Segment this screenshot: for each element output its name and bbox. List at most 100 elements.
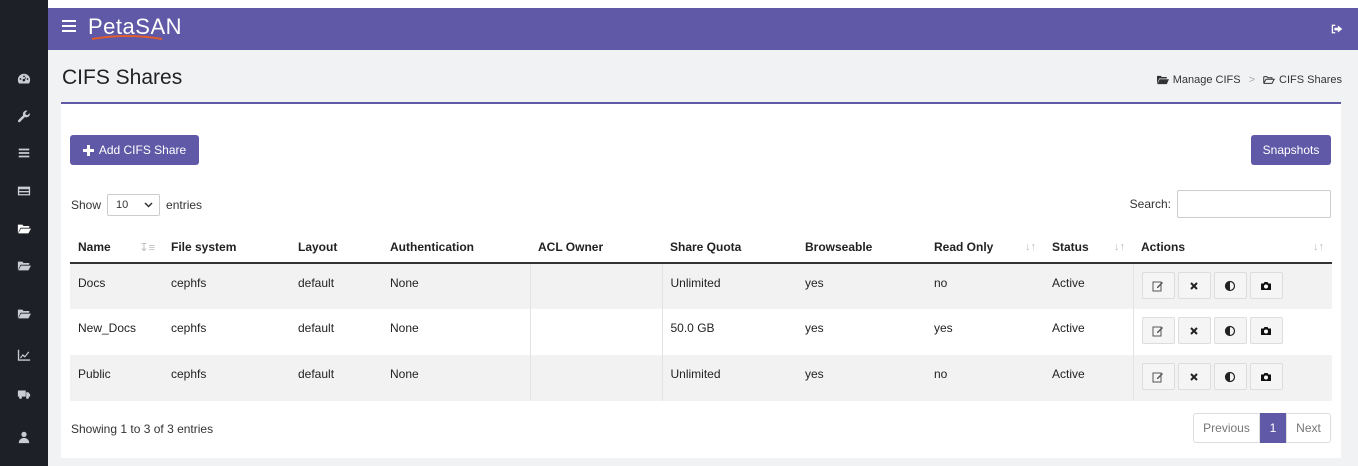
- table-row: Public cephfs default None Unlimited yes…: [70, 355, 1332, 401]
- folder-open-icon: [1156, 75, 1169, 85]
- snapshot-button[interactable]: [1249, 317, 1283, 344]
- cell-share-quota: Unlimited: [662, 263, 797, 309]
- breadcrumb-separator: >: [1248, 74, 1256, 86]
- header-label: File system: [171, 239, 237, 254]
- close-icon: [1190, 372, 1198, 381]
- chart-icon[interactable]: [14, 345, 34, 365]
- add-cifs-share-label: Add CIFS Share: [98, 143, 187, 157]
- cell-layout: default: [290, 263, 382, 309]
- column-header-share-quota[interactable]: Share Quota: [662, 231, 797, 264]
- header-label: Share Quota: [670, 239, 742, 254]
- cell-file-system: cephfs: [171, 321, 207, 335]
- snapshot-button[interactable]: [1249, 363, 1283, 390]
- cell-acl-owner: [529, 309, 663, 355]
- sort-icon: ↓↑: [1025, 241, 1036, 253]
- cell-acl-owner: [529, 355, 663, 401]
- list-icon[interactable]: [14, 143, 34, 163]
- header-label: Name: [78, 239, 111, 254]
- close-icon: [1190, 281, 1198, 290]
- dashboard-icon[interactable]: [14, 69, 34, 89]
- column-header-name[interactable]: Name ↧≡: [70, 231, 163, 264]
- entries-control: Show 10 entries: [71, 194, 202, 216]
- header-label: ACL Owner: [538, 239, 604, 254]
- table-info: Showing 1 to 3 of 3 entries: [71, 422, 214, 436]
- sort-asc-icon: ↧≡: [139, 242, 155, 254]
- cell-actions: [1132, 263, 1332, 309]
- table-header-row: Name ↧≡ File system Layout Authentication…: [70, 231, 1332, 264]
- top-strip: [0, 0, 1358, 8]
- search-input[interactable]: [1177, 190, 1331, 218]
- cell-status: Active: [1044, 355, 1133, 401]
- snapshot-button[interactable]: [1249, 272, 1283, 299]
- page-1-button[interactable]: 1: [1260, 413, 1286, 443]
- snapshots-button[interactable]: Snapshots: [1251, 135, 1331, 165]
- column-header-layout[interactable]: Layout: [290, 231, 382, 264]
- previous-page-button[interactable]: Previous: [1193, 413, 1260, 443]
- sort-icon: ↓↑: [1313, 241, 1324, 253]
- cell-file-system: cephfs: [163, 355, 290, 401]
- folder-icon[interactable]: [14, 304, 34, 324]
- delete-button[interactable]: [1177, 363, 1211, 390]
- plus-icon: [82, 144, 94, 156]
- pagination: Previous 1 Next: [1193, 413, 1331, 443]
- cell-browseable: yes: [805, 321, 824, 335]
- breadcrumb-manage-cifs[interactable]: Manage CIFS: [1173, 74, 1241, 86]
- camera-icon: [1261, 372, 1271, 381]
- cell-actions: [1132, 355, 1332, 401]
- truck-icon[interactable]: [14, 384, 34, 404]
- entries-select-value: 10: [116, 199, 129, 211]
- show-label: Show: [71, 198, 102, 212]
- toggle-icon: [1224, 325, 1236, 336]
- add-cifs-share-button[interactable]: Add CIFS Share: [70, 135, 199, 165]
- edit-button[interactable]: [1141, 363, 1175, 390]
- delete-button[interactable]: [1177, 317, 1211, 344]
- table-icon[interactable]: [14, 181, 34, 201]
- folder-icon[interactable]: [14, 219, 34, 239]
- column-header-authentication[interactable]: Authentication: [382, 231, 530, 264]
- column-header-acl-owner[interactable]: ACL Owner: [530, 231, 662, 264]
- next-page-button[interactable]: Next: [1286, 413, 1331, 443]
- header-label: Read Only: [934, 239, 994, 254]
- breadcrumb: Manage CIFS > CIFS Shares: [1156, 74, 1342, 86]
- toggle-button[interactable]: [1213, 317, 1247, 344]
- folder-outline-icon: [1263, 76, 1276, 84]
- cell-status: Active: [1044, 263, 1133, 309]
- breadcrumb-cifs-shares: CIFS Shares: [1279, 74, 1342, 86]
- entries-select[interactable]: 10: [107, 194, 161, 216]
- top-navbar: PetaSAN: [48, 8, 1358, 50]
- column-header-browseable[interactable]: Browseable: [797, 231, 926, 264]
- toggle-button[interactable]: [1213, 363, 1247, 390]
- page-title: CIFS Shares: [62, 66, 183, 89]
- hamburger-icon[interactable]: [62, 20, 76, 34]
- header-label: Status: [1052, 239, 1089, 254]
- toggle-button[interactable]: [1213, 272, 1247, 299]
- cell-browseable: yes: [797, 355, 926, 401]
- edit-button[interactable]: [1141, 317, 1175, 344]
- column-header-status[interactable]: Status ↓↑: [1044, 231, 1133, 264]
- logout-icon[interactable]: [1330, 22, 1344, 36]
- cell-browseable: yes: [797, 263, 926, 309]
- snapshots-label: Snapshots: [1262, 143, 1320, 157]
- cell-actions: [1132, 309, 1332, 355]
- edit-icon: [1152, 372, 1163, 382]
- cell-authentication: None: [382, 355, 530, 401]
- delete-button[interactable]: [1177, 272, 1211, 299]
- main-content: CIFS Shares Manage CIFS > CIFS Shares Ad…: [48, 50, 1358, 466]
- wrench-icon[interactable]: [14, 106, 34, 126]
- folder-icon[interactable]: [14, 256, 34, 276]
- table-row: Docs cephfs default None Unlimited yes n…: [70, 263, 1332, 309]
- edit-icon: [1152, 326, 1163, 336]
- cell-read-only: no: [926, 355, 1044, 401]
- column-header-file-system[interactable]: File system: [163, 231, 290, 264]
- header-label: Layout: [298, 239, 338, 254]
- cell-file-system: cephfs: [163, 263, 290, 309]
- toggle-icon: [1224, 371, 1236, 382]
- shares-panel: Add CIFS Share Snapshots Show 10 entries…: [61, 102, 1341, 458]
- chevron-down-icon: [144, 202, 153, 208]
- user-icon[interactable]: [14, 427, 34, 447]
- edit-button[interactable]: [1141, 272, 1175, 299]
- column-header-read-only[interactable]: Read Only ↓↑: [926, 231, 1044, 264]
- cell-authentication: None: [382, 263, 530, 309]
- column-header-actions[interactable]: Actions ↓↑: [1133, 231, 1332, 264]
- sort-icon: ↓↑: [1114, 241, 1125, 253]
